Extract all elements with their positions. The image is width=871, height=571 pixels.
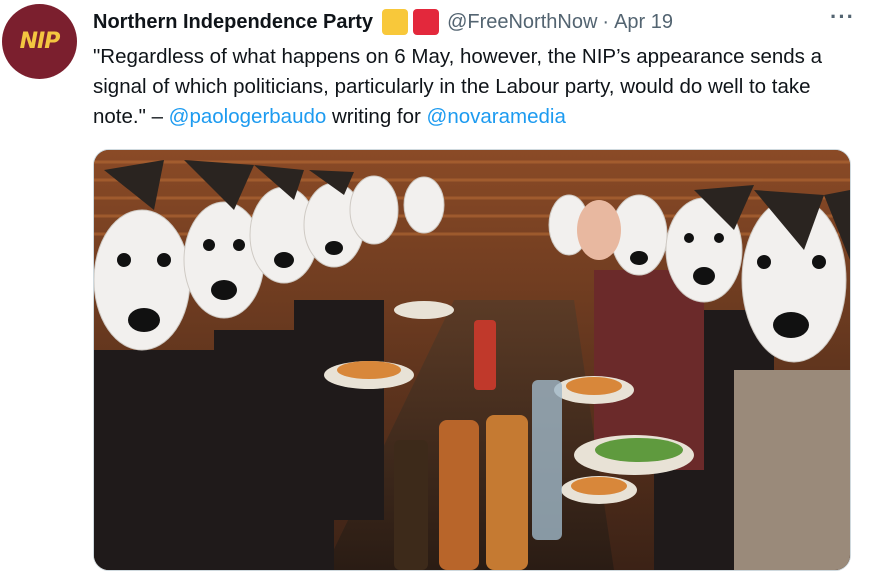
yellow-square-icon [382, 9, 409, 35]
more-options-icon[interactable]: ··· [830, 4, 855, 30]
mention-link[interactable]: @novaramedia [427, 105, 566, 128]
mention-link[interactable]: @paologerbaudo [169, 105, 327, 128]
avatar-logo-text: NIP [19, 29, 61, 54]
tweet-photo[interactable] [93, 149, 851, 571]
avatar[interactable]: NIP [2, 4, 77, 79]
photo-illustration [94, 150, 850, 570]
tweet-header: Northern Independence Party @FreeNorthNo… [93, 4, 855, 36]
red-square-icon [413, 9, 440, 35]
display-name[interactable]: Northern Independence Party [93, 11, 373, 34]
user-handle[interactable]: @FreeNorthNow [447, 11, 597, 34]
tweet-text: "Regardless of what happens on 6 May, ho… [93, 42, 863, 132]
tweet-date[interactable]: Apr 19 [614, 11, 673, 34]
tweet-text-part: writing for [326, 105, 427, 128]
separator-dot: · [602, 10, 610, 33]
